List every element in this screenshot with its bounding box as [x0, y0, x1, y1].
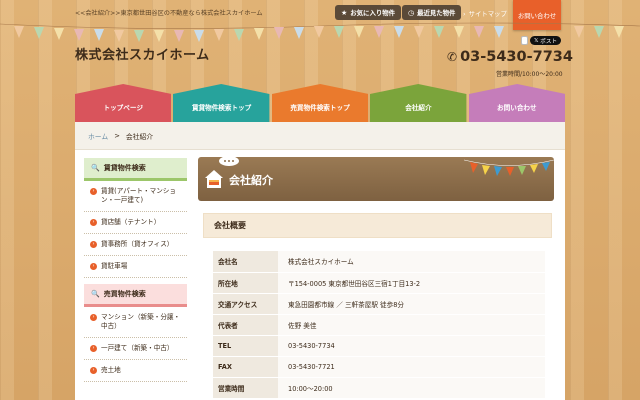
house-icon [205, 170, 223, 188]
table-key: 営業時間 [213, 377, 278, 399]
table-row: FAX 03-5430-7721 [213, 356, 545, 378]
table-value: 〒154-0005 東京都世田谷区三宿1丁目13-2 [278, 272, 545, 294]
table-row: 所在地 〒154-0005 東京都世田谷区三宿1丁目13-2 [213, 272, 545, 294]
sidebar-item-rental-parking[interactable]: › 貸駐車場 [84, 256, 187, 278]
sidebar-item-label: 貸事務所（貸オフィス） [101, 240, 174, 248]
clock-icon: ◷ [408, 8, 415, 17]
nav-contact[interactable]: お問い合わせ [468, 84, 566, 122]
table-row: 営業時間 10:00～20:00 [213, 377, 545, 399]
table-value: 10:00～20:00 [278, 377, 545, 399]
nav-label: 売買物件検索トップ [290, 104, 350, 112]
sidebar-item-sale-mansion[interactable]: › マンション（新築・分譲・中古） [84, 307, 187, 338]
breadcrumb: ホーム > 会社紹介 [75, 122, 565, 150]
sale-search-title: 売買物件検索 [103, 290, 146, 298]
sale-search-heading: 🔍 売買物件検索 [84, 284, 187, 307]
table-value: 03-5430-7721 [278, 356, 545, 378]
breadcrumb-home[interactable]: ホーム [88, 131, 108, 141]
main-nav: トップページ 賃貸物件検索トップ 売買物件検索トップ 会社紹介 お問い合わせ [75, 84, 566, 122]
nav-top-page[interactable]: トップページ [75, 84, 172, 122]
section-heading: 会社概要 [203, 213, 552, 238]
page-title-banner: 会社紹介 [198, 157, 554, 201]
post-label: ポスト [540, 38, 558, 45]
chevron-right-icon: › [90, 367, 97, 374]
star-icon: ★ [341, 8, 348, 17]
sidebar: 🔍 賃貸物件検索 › 賃貸(アパート・マンション・一戸建て) › 貸店舗（テナン… [84, 158, 187, 382]
table-key: 交通アクセス [213, 293, 278, 315]
chevron-right-icon: › [90, 314, 97, 321]
share-icon[interactable] [521, 36, 528, 45]
search-icon: 🔍 [91, 290, 100, 298]
sidebar-item-rental-office[interactable]: › 貸事務所（貸オフィス） [84, 234, 187, 256]
site-title[interactable]: 株式会社スカイホーム [75, 44, 210, 63]
phone-number: ✆ 03-5430-7734 [447, 49, 573, 65]
rental-search-title: 賃貸物件検索 [103, 164, 146, 172]
table-value: 東急田園都市線 ／ 三軒茶屋駅 徒歩8分 [278, 293, 545, 315]
sitemap-label: サイトマップ [468, 10, 507, 18]
table-row: TEL 03-5430-7734 [213, 335, 545, 357]
nav-label: お問い合わせ [497, 104, 537, 112]
business-hours: 営業時間/10:00～20:00 [496, 71, 563, 78]
main-content: 会社紹介 会社概要 会社名 株式会社スカイホーム 所在地 〒154-0005 東… [198, 157, 554, 399]
sidebar-item-sale-land[interactable]: › 売土地 [84, 360, 187, 382]
content-panel: ホーム > 会社紹介 🔍 賃貸物件検索 › 賃貸(アパート・マンション・一戸建て… [75, 122, 565, 400]
chevron-right-icon: › [463, 10, 466, 18]
chevron-right-icon: › [90, 219, 97, 226]
table-key: FAX [213, 356, 278, 378]
breadcrumb-current: 会社紹介 [125, 132, 154, 141]
table-key: 所在地 [213, 272, 278, 294]
phone-label: 03-5430-7734 [460, 49, 573, 65]
table-row: 会社名 株式会社スカイホーム [213, 251, 545, 273]
table-value: 株式会社スカイホーム [278, 251, 545, 273]
chevron-right-icon: › [90, 241, 97, 248]
sidebar-item-sale-house[interactable]: › 一戸建て（新築・中古） [84, 338, 187, 360]
table-key: TEL [213, 335, 278, 357]
sidebar-item-label: 一戸建て（新築・中古） [101, 344, 174, 352]
page-title: 会社紹介 [229, 174, 273, 187]
company-profile-table: 会社名 株式会社スカイホーム 所在地 〒154-0005 東京都世田谷区三宿1丁… [213, 251, 545, 399]
chevron-right-icon: › [90, 345, 97, 352]
nav-label: トップページ [103, 104, 143, 112]
breadcrumb-separator: > [114, 131, 120, 140]
table-key: 会社名 [213, 251, 278, 273]
chevron-right-icon: › [90, 188, 97, 195]
table-value: 03-5430-7734 [278, 335, 545, 357]
favorites-button[interactable]: ★ お気に入り物件 [335, 5, 402, 20]
site-tagline: <<会社紹介>>東京都世田谷区の不動産なら株式会社スカイホーム [75, 10, 263, 17]
nav-label: 会社紹介 [405, 104, 432, 112]
table-key: 代表者 [213, 314, 278, 336]
nav-rental-search[interactable]: 賃貸物件検索トップ [173, 84, 270, 122]
chevron-right-icon: › [90, 263, 97, 270]
rental-search-heading: 🔍 賃貸物件検索 [84, 158, 187, 181]
recent-button[interactable]: ◷ 最近見た物件 [402, 5, 462, 20]
sidebar-item-label: 売土地 [101, 366, 121, 374]
table-row: 代表者 佐野 美佳 [213, 314, 545, 336]
table-row: 交通アクセス 東急田園都市線 ／ 三軒茶屋駅 徒歩8分 [213, 293, 545, 315]
sidebar-item-label: 貸駐車場 [101, 262, 128, 270]
sidebar-item-label: マンション（新築・分譲・中古） [101, 313, 181, 330]
search-icon: 🔍 [91, 164, 100, 172]
sidebar-item-label: 賃貸(アパート・マンション・一戸建て) [101, 187, 176, 204]
nav-company[interactable]: 会社紹介 [370, 84, 467, 122]
speech-bubble-icon [219, 157, 239, 166]
recent-label: 最近見た物件 [417, 9, 456, 17]
sidebar-item-label: 貸店舗（テナント） [101, 218, 161, 226]
flag-decoration [464, 159, 554, 176]
x-post-button[interactable]: 𝕏 ポスト [530, 36, 562, 45]
table-value: 佐野 美佳 [278, 314, 545, 336]
nav-label: 賃貸物件検索トップ [191, 104, 252, 112]
sidebar-item-rental-residence[interactable]: › 賃貸(アパート・マンション・一戸建て) [84, 181, 187, 212]
sitemap-link[interactable]: › サイトマップ [463, 9, 507, 18]
social-buttons: 𝕏 ポスト [521, 36, 562, 45]
phone-icon: ✆ [447, 50, 458, 64]
sidebar-item-rental-store[interactable]: › 貸店舗（テナント） [84, 212, 187, 234]
nav-sale-search[interactable]: 売買物件検索トップ [271, 84, 369, 122]
favorites-label: お気に入り物件 [350, 9, 396, 17]
